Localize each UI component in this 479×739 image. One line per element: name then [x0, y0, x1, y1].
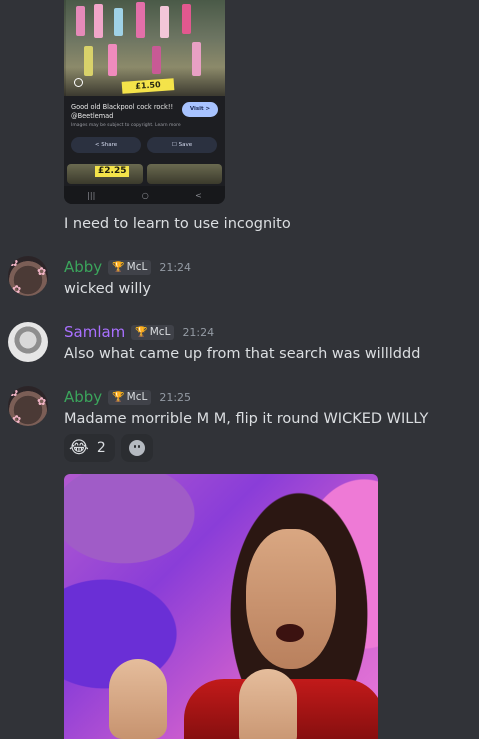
message-header: Abby 🏆 McL 21:24: [64, 257, 191, 277]
server-tag-label: McL: [149, 326, 171, 338]
home-icon: ○: [141, 190, 149, 200]
product-item: [76, 6, 85, 36]
reaction-button[interactable]: 😂 2: [64, 434, 115, 462]
timestamp[interactable]: 21:24: [159, 261, 191, 274]
server-tag[interactable]: 🏆 McL: [108, 259, 152, 275]
attachment-note: Images may be subject to copyright. Lear…: [71, 123, 181, 128]
related-thumbnail: £2.25: [67, 164, 143, 184]
attachment-photo: £1.50: [64, 0, 225, 96]
flower-icon: ✿: [12, 413, 22, 426]
visit-button: Visit >: [182, 102, 218, 117]
message-text: wicked willy: [64, 281, 151, 297]
save-button: ☐ Save: [147, 137, 217, 153]
avatar[interactable]: [8, 322, 48, 362]
image-attachment[interactable]: £1.50 Good old Blackpool cock rock!! @Be…: [64, 0, 225, 204]
timestamp[interactable]: 21:25: [159, 391, 191, 404]
timestamp[interactable]: 21:24: [182, 326, 214, 339]
smile-icon: [129, 440, 145, 456]
message-header: Samlam 🏆 McL 21:24: [64, 322, 214, 342]
gif-figure-hand: [109, 659, 167, 739]
server-tag[interactable]: 🏆 McL: [108, 389, 152, 405]
trophy-icon: 🏆: [135, 326, 148, 338]
trophy-icon: 🏆: [112, 261, 125, 273]
recent-apps-icon: |||: [87, 190, 96, 200]
server-tag[interactable]: 🏆 McL: [131, 324, 175, 340]
attachment-title: Good old Blackpool cock rock!! @Beetlema…: [71, 103, 174, 120]
flower-icon: ✿: [37, 395, 47, 408]
avatar[interactable]: ✿ ✿ ✿: [8, 386, 48, 426]
lens-icon: [74, 78, 83, 87]
gif-figure-mouth: [276, 624, 304, 642]
server-tag-label: McL: [126, 391, 148, 403]
share-button: < Share: [71, 137, 141, 153]
flower-icon: ✿: [37, 265, 47, 278]
back-icon: <: [195, 190, 202, 200]
flower-icon: ✿: [9, 386, 19, 399]
related-thumbnail: [147, 164, 222, 184]
product-item: [114, 8, 123, 36]
product-item: [108, 44, 117, 76]
gif-figure-hand: [239, 669, 297, 739]
add-reaction-button[interactable]: [121, 434, 153, 462]
gif-attachment[interactable]: [64, 474, 378, 739]
product-item: [182, 4, 191, 34]
message-text: Also what came up from that search was w…: [64, 346, 421, 362]
message-header: Abby 🏆 McL 21:25: [64, 387, 191, 407]
product-item: [160, 6, 169, 38]
product-item: [192, 42, 201, 76]
product-item: [136, 2, 145, 38]
flower-icon: ✿: [9, 256, 19, 269]
message-text: I need to learn to use incognito: [64, 216, 291, 232]
trophy-icon: 🏆: [112, 391, 125, 403]
reaction-count: 2: [96, 440, 106, 456]
gif-figure-face: [246, 529, 336, 669]
product-item: [94, 4, 103, 38]
username[interactable]: Abby: [64, 387, 102, 407]
username[interactable]: Samlam: [64, 322, 125, 342]
product-item: [152, 46, 161, 74]
flower-icon: ✿: [12, 283, 22, 296]
server-tag-label: McL: [126, 261, 148, 273]
thumb-price-label: £2.25: [95, 166, 130, 177]
avatar[interactable]: ✿ ✿ ✿: [8, 256, 48, 296]
price-label: £1.50: [121, 78, 175, 94]
phone-nav-bar: ||| ○ <: [64, 186, 225, 204]
product-item: [84, 46, 93, 76]
laughing-emoji-icon: 😂: [69, 438, 89, 458]
username[interactable]: Abby: [64, 257, 102, 277]
message-text: Madame morrible M M, flip it round WICKE…: [64, 411, 429, 427]
